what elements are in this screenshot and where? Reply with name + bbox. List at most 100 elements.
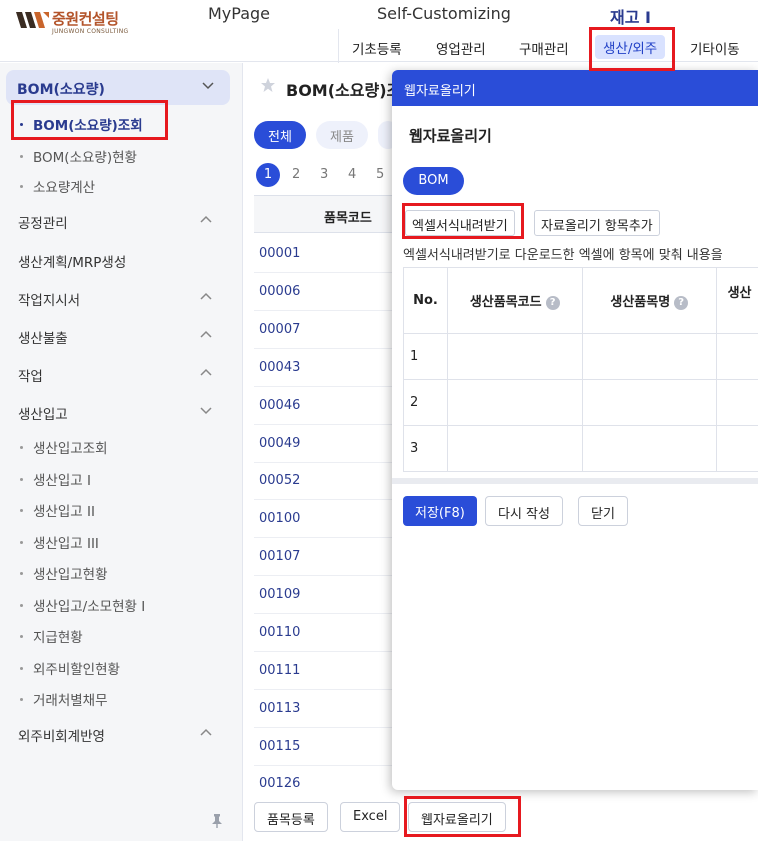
sidebar-item-payables-by-vendor[interactable]: 거래처별채무	[20, 689, 108, 709]
page-5[interactable]: 5	[376, 167, 384, 182]
bom-tab[interactable]: BOM	[403, 167, 464, 195]
bullet-icon	[20, 508, 23, 512]
sidebar-item-label: 지급현황	[33, 630, 83, 646]
item-code-link[interactable]: 00046	[259, 398, 300, 413]
sidebar-item-bom-status[interactable]: BOM(소요량)현황	[20, 146, 137, 166]
filter-product-chip[interactable]: 제품	[316, 121, 368, 149]
sidebar-item-bom-inquiry[interactable]: BOM(소요량)조회	[20, 114, 143, 134]
sidebar-item-receipt-1[interactable]: 생산입고 I	[20, 469, 91, 489]
cell-production[interactable]	[716, 379, 758, 426]
cell-product-code[interactable]	[446, 425, 583, 472]
row-divider	[254, 348, 404, 349]
item-code-link[interactable]: 00115	[259, 739, 300, 754]
item-register-button[interactable]: 품목등록	[254, 802, 328, 832]
subnav-other-movement[interactable]: 기타이동	[690, 38, 740, 58]
row-divider	[254, 462, 404, 463]
sidebar-item-receipt-2[interactable]: 생산입고 II	[20, 500, 95, 520]
favorite-star-icon[interactable]	[260, 77, 276, 97]
page-1[interactable]: 1	[256, 163, 280, 187]
nav-self-customizing[interactable]: Self-Customizing	[377, 4, 511, 23]
item-code-link[interactable]: 00107	[259, 549, 300, 564]
row-divider	[254, 386, 404, 387]
sidebar-group-bom[interactable]: BOM(소요량)	[6, 70, 230, 105]
sidebar-item-receipt-consumption[interactable]: 생산입고/소모현황 I	[20, 595, 145, 615]
cell-product-code[interactable]	[446, 333, 583, 380]
sidebar: BOM(소요량) BOM(소요량)조회 BOM(소요량)현황 소요량계산 공정관…	[0, 63, 243, 841]
item-code-link[interactable]: 00007	[259, 322, 300, 337]
add-upload-item-button[interactable]: 자료올리기 항목추가	[534, 210, 660, 236]
download-excel-template-button[interactable]: 엑셀서식내려받기	[405, 210, 515, 236]
close-button[interactable]: 닫기	[578, 496, 628, 526]
subnav-purchase-management[interactable]: 구매관리	[519, 38, 569, 58]
item-code-link[interactable]: 00111	[259, 663, 300, 678]
item-code-column-header: 품목코드	[254, 195, 404, 233]
save-button[interactable]: 저장(F8)	[403, 496, 477, 526]
cell-product-code[interactable]	[446, 379, 583, 426]
help-icon[interactable]: ?	[674, 295, 689, 310]
sidebar-item-label: 생산입고조회	[33, 441, 108, 457]
item-code-link[interactable]: 00110	[259, 625, 300, 640]
chevron-down-icon	[202, 82, 214, 92]
sidebar-group-process[interactable]: 공정관리	[18, 212, 68, 232]
page-3[interactable]: 3	[320, 167, 328, 182]
sidebar-item-receipt-status[interactable]: 생산입고현황	[20, 563, 108, 583]
subnav-production-outsourcing[interactable]: 생산/외주	[595, 35, 666, 59]
cell-production[interactable]	[716, 425, 758, 472]
sidebar-group-issue[interactable]: 생산불출	[18, 327, 68, 347]
item-code-link[interactable]: 00126	[259, 776, 300, 791]
nav-mypage[interactable]: MyPage	[208, 4, 270, 23]
horizontal-scrollbar[interactable]	[392, 478, 758, 484]
bullet-icon	[20, 477, 23, 481]
sidebar-group-work[interactable]: 작업	[18, 365, 43, 385]
bullet-icon	[20, 571, 23, 575]
excel-button[interactable]: Excel	[340, 802, 401, 832]
row-number: 2	[403, 379, 448, 426]
sidebar-item-label: 외주비할인현황	[33, 662, 120, 678]
sidebar-group-mrp[interactable]: 생산계획/MRP생성	[18, 251, 126, 271]
item-code-link[interactable]: 00113	[259, 701, 300, 716]
bullet-icon	[20, 603, 23, 607]
item-code-link[interactable]: 00049	[259, 436, 300, 451]
item-code-link[interactable]: 00043	[259, 360, 300, 375]
nav-inventory[interactable]: 재고 I	[610, 4, 651, 28]
col-no: No.	[403, 267, 448, 334]
subnav-sales-management[interactable]: 영업관리	[436, 38, 486, 58]
help-icon[interactable]: ?	[545, 295, 560, 310]
subnav-basic-registration[interactable]: 기초등록	[352, 38, 402, 58]
item-code-link[interactable]: 00100	[259, 511, 300, 526]
item-code-link[interactable]: 00006	[259, 284, 300, 299]
col-label: 생산품목코드	[469, 295, 542, 310]
top-header: 중원컨설팅 JUNGWON CONSULTING MyPage Self-Cus…	[0, 0, 758, 63]
sidebar-group-production-receipt[interactable]: 생산입고	[18, 403, 68, 423]
company-logo[interactable]: 중원컨설팅 JUNGWON CONSULTING	[16, 8, 146, 40]
bottom-toolbar: 품목등록 Excel 웹자료올리기	[244, 791, 758, 841]
upload-grid: No. 생산품목코드? 생산품목명? 생산 1 2 3	[403, 267, 758, 472]
web-upload-button[interactable]: 웹자료올리기	[408, 802, 506, 832]
page-2[interactable]: 2	[292, 167, 300, 182]
cell-product-name[interactable]	[581, 379, 718, 426]
cell-product-name[interactable]	[581, 333, 718, 380]
cell-product-name[interactable]	[581, 425, 718, 472]
sidebar-group-outsourcing-accounting[interactable]: 외주비회계반영	[18, 725, 105, 745]
row-divider	[254, 424, 404, 425]
chevron-up-icon	[200, 368, 212, 378]
item-code-link[interactable]: 00001	[259, 246, 300, 261]
sidebar-group-label: BOM(소요량)	[17, 82, 105, 98]
logo-name: 중원컨설팅	[52, 10, 119, 28]
item-code-link[interactable]: 00109	[259, 587, 300, 602]
chevron-down-icon	[200, 407, 212, 417]
sidebar-item-receipt-3[interactable]: 생산입고 III	[20, 532, 99, 552]
sidebar-group-work-order[interactable]: 작업지시서	[18, 289, 80, 309]
sidebar-item-label: 소요량계산	[33, 180, 96, 196]
web-upload-modal: 웹자료올리기 웹자료올리기 BOM 엑셀서식내려받기 자료올리기 항목추가 엑셀…	[392, 70, 758, 790]
filter-all-chip[interactable]: 전체	[254, 121, 306, 149]
rewrite-button[interactable]: 다시 작성	[485, 496, 563, 526]
page-4[interactable]: 4	[348, 167, 356, 182]
cell-production[interactable]	[716, 333, 758, 380]
sidebar-item-requirement-calc[interactable]: 소요량계산	[20, 176, 95, 196]
item-code-link[interactable]: 00052	[259, 473, 300, 488]
sidebar-item-receipt-inquiry[interactable]: 생산입고조회	[20, 437, 108, 457]
sidebar-item-payment-status[interactable]: 지급현황	[20, 626, 83, 646]
pin-icon[interactable]	[210, 813, 224, 833]
sidebar-item-outsourcing-discount[interactable]: 외주비할인현황	[20, 658, 120, 678]
